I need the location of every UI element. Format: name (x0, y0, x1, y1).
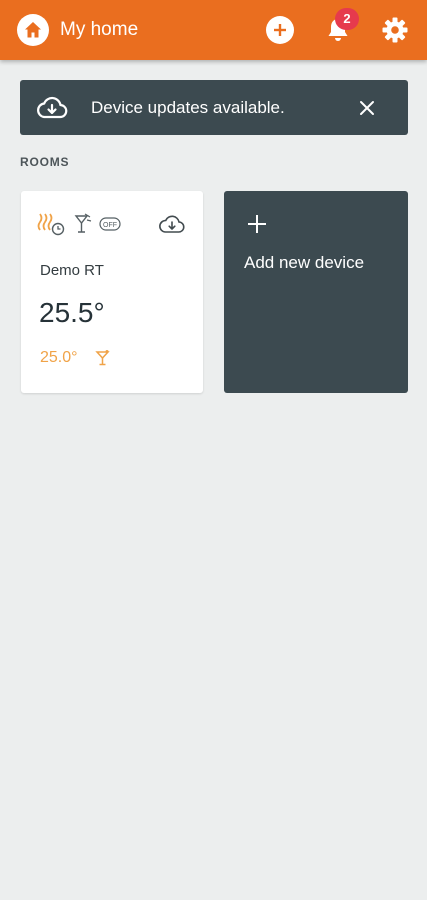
room-setpoint: 25.0° (40, 349, 78, 366)
app-bar: My home 2 (0, 0, 427, 60)
room-name: Demo RT (40, 262, 104, 279)
heat-schedule-icon (37, 213, 65, 236)
cocktail-icon (95, 350, 110, 366)
room-card[interactable]: OFF Demo RT 25.5° 25.0° (21, 191, 203, 393)
home-icon[interactable] (17, 14, 49, 46)
room-status-icons: OFF (37, 211, 121, 237)
off-badge-icon: OFF (99, 217, 121, 231)
room-temperature: 25.5° (39, 297, 105, 328)
rooms-section-label: ROOMS (20, 155, 70, 169)
cloud-download-icon (36, 92, 68, 124)
notification-badge: 2 (335, 8, 359, 30)
off-label: OFF (103, 222, 117, 229)
add-new-device-label: Add new device (244, 253, 365, 272)
gear-icon[interactable] (379, 14, 411, 46)
add-new-device-card[interactable]: Add new device (224, 191, 408, 393)
cloud-download-icon[interactable] (159, 213, 185, 235)
plus-icon (248, 215, 266, 233)
add-circle-icon[interactable] (266, 16, 294, 44)
app-title[interactable]: My home (60, 18, 138, 42)
close-icon[interactable] (353, 94, 381, 122)
party-icon (74, 213, 92, 233)
banner-message: Device updates available. (91, 98, 285, 117)
update-banner[interactable]: Device updates available. (20, 80, 408, 135)
